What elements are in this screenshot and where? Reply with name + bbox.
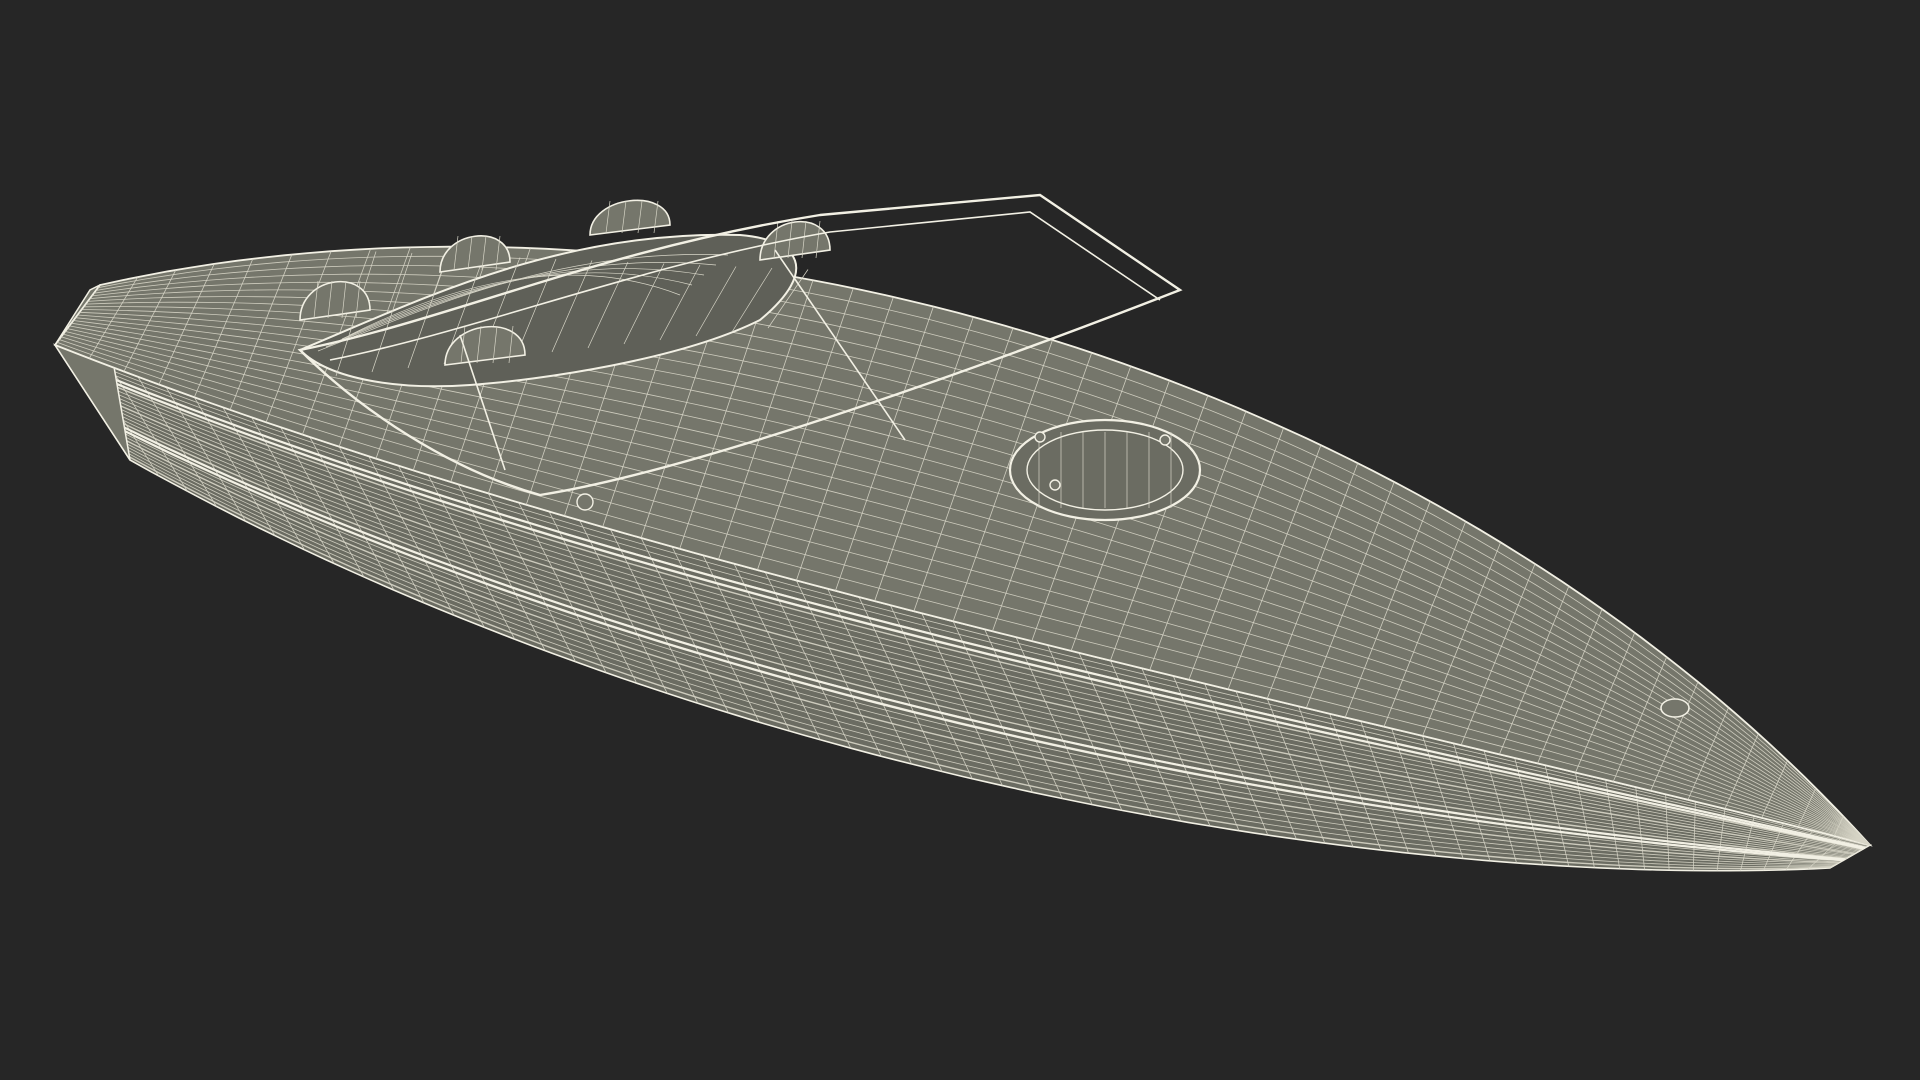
hatch-screw [1049,479,1061,491]
side-fitting [576,493,594,511]
bow-cleat [1660,698,1690,718]
boat-wireframe-render [0,0,1920,1080]
hatch-screw [1159,434,1171,446]
hatch-screw [1034,431,1046,443]
render-viewport [0,0,1920,1080]
